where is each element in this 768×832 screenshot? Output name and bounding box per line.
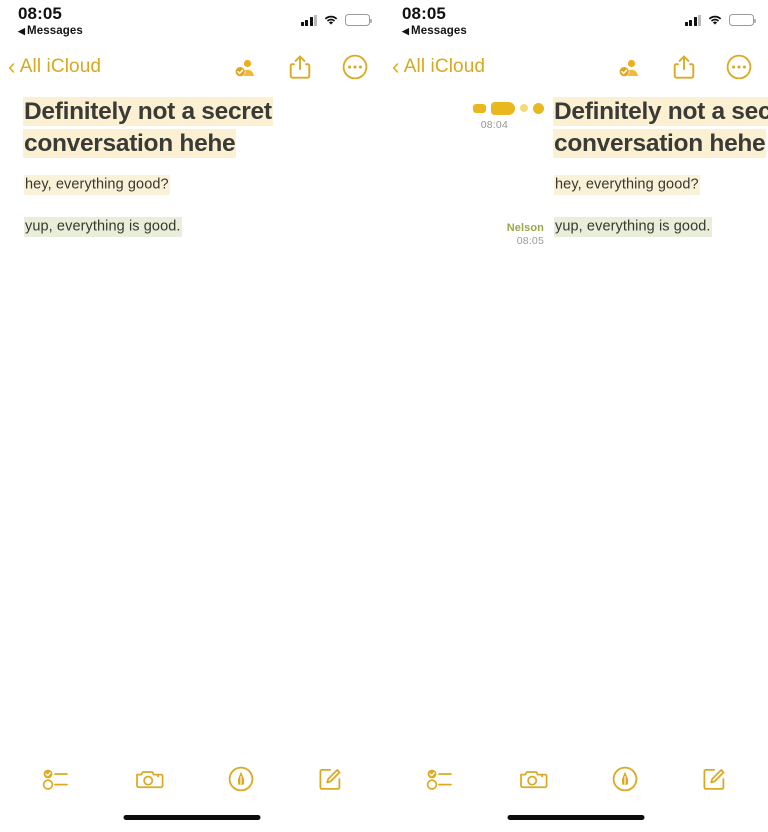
checklist-icon xyxy=(426,769,452,790)
compose-icon xyxy=(703,769,724,790)
camera-icon xyxy=(519,771,547,789)
bottom-toolbar xyxy=(384,745,768,832)
wifi-icon xyxy=(708,15,722,25)
nav-back-label: All iCloud xyxy=(19,56,102,77)
share-icon[interactable] xyxy=(672,54,696,80)
note-title[interactable]: Definitely not a secret conversation heh… xyxy=(24,96,374,160)
wifi-icon xyxy=(324,15,338,25)
note-body[interactable]: 08:04 Nelson 08:05 Definitely not a secr… xyxy=(384,88,768,247)
author-timestamp: 08:05 xyxy=(516,235,544,247)
nav-actions xyxy=(232,46,368,88)
note-paragraph[interactable]: hey, everything good? xyxy=(24,174,374,195)
status-bar-indicators xyxy=(684,14,757,26)
note-title[interactable]: Definitely not a secret conversation heh… xyxy=(554,96,768,160)
signal-bars-icon xyxy=(300,14,317,26)
compose-icon xyxy=(319,769,340,790)
collaborate-icon[interactable] xyxy=(232,54,258,80)
markup-pen-icon xyxy=(612,766,637,792)
camera-button[interactable] xyxy=(135,767,165,791)
note-paragraph[interactable]: hey, everything good? xyxy=(554,174,768,195)
nav-actions xyxy=(616,46,752,88)
status-bar: 08:05 ◀ Messages xyxy=(384,0,768,46)
note-title-line-1: Definitely not a secret xyxy=(24,98,272,125)
home-indicator xyxy=(123,814,261,820)
note-body[interactable]: Definitely not a secret conversation heh… xyxy=(0,88,384,237)
markup-button[interactable] xyxy=(228,766,254,792)
more-options-icon[interactable] xyxy=(342,54,368,80)
status-bar-back-label: Messages xyxy=(411,25,467,37)
back-to-all-icloud-button[interactable]: ‹ All iCloud xyxy=(8,52,102,79)
note-title-line-1: Definitely not a secret xyxy=(554,98,768,125)
collaborate-icon[interactable] xyxy=(616,54,642,80)
dual-panel-screenshot: 08:05 ◀ Messages ‹ All iCloud Definitely… xyxy=(0,0,768,832)
compose-button[interactable] xyxy=(701,766,727,792)
note-content: Definitely not a secret conversation heh… xyxy=(0,96,384,237)
nav-back-label: All iCloud xyxy=(403,56,486,77)
status-bar: 08:05 ◀ Messages xyxy=(0,0,384,46)
camera-button[interactable] xyxy=(519,767,549,791)
status-bar-back-label: Messages xyxy=(27,25,83,37)
note-panel-left: 08:05 ◀ Messages ‹ All iCloud Definitely… xyxy=(0,0,384,832)
nav-bar: ‹ All iCloud xyxy=(384,46,768,88)
note-title-line-2: conversation hehe xyxy=(554,130,766,157)
more-options-icon[interactable] xyxy=(726,54,752,80)
back-triangle-icon: ◀ xyxy=(402,26,410,36)
note-paragraph-text: yup, everything is good. xyxy=(24,216,182,237)
status-bar-back-to-messages[interactable]: ◀ Messages xyxy=(402,24,754,38)
note-paragraph-text: hey, everything good? xyxy=(24,174,170,195)
signal-bars-icon xyxy=(684,14,701,26)
battery-low-power-icon xyxy=(345,14,373,26)
status-bar-indicators xyxy=(300,14,373,26)
chevron-left-icon: ‹ xyxy=(392,52,400,79)
note-paragraph-text: hey, everything good? xyxy=(554,174,700,195)
note-paragraph-text: yup, everything is good. xyxy=(554,216,712,237)
back-to-all-icloud-button[interactable]: ‹ All iCloud xyxy=(392,52,486,79)
camera-icon xyxy=(135,771,163,789)
bottom-toolbar xyxy=(0,745,384,832)
status-bar-back-to-messages[interactable]: ◀ Messages xyxy=(18,24,370,38)
checklist-icon xyxy=(42,769,68,790)
note-panel-right: 08:05 ◀ Messages ‹ All iCloud 08:04 Nels… xyxy=(384,0,768,832)
back-triangle-icon: ◀ xyxy=(18,26,26,36)
home-indicator xyxy=(507,814,645,820)
checklist-button[interactable] xyxy=(426,767,456,791)
compose-button[interactable] xyxy=(317,766,343,792)
nav-bar: ‹ All iCloud xyxy=(0,46,384,88)
markup-button[interactable] xyxy=(612,766,638,792)
markup-pen-icon xyxy=(228,766,253,792)
chevron-left-icon: ‹ xyxy=(8,52,16,79)
note-title-line-2: conversation hehe xyxy=(24,130,236,157)
note-paragraph[interactable]: yup, everything is good. xyxy=(554,216,768,237)
note-content: Definitely not a secret conversation heh… xyxy=(384,96,768,237)
battery-low-power-icon xyxy=(729,14,757,26)
checklist-button[interactable] xyxy=(42,767,72,791)
share-icon[interactable] xyxy=(288,54,312,80)
note-paragraph[interactable]: yup, everything is good. xyxy=(24,216,374,237)
